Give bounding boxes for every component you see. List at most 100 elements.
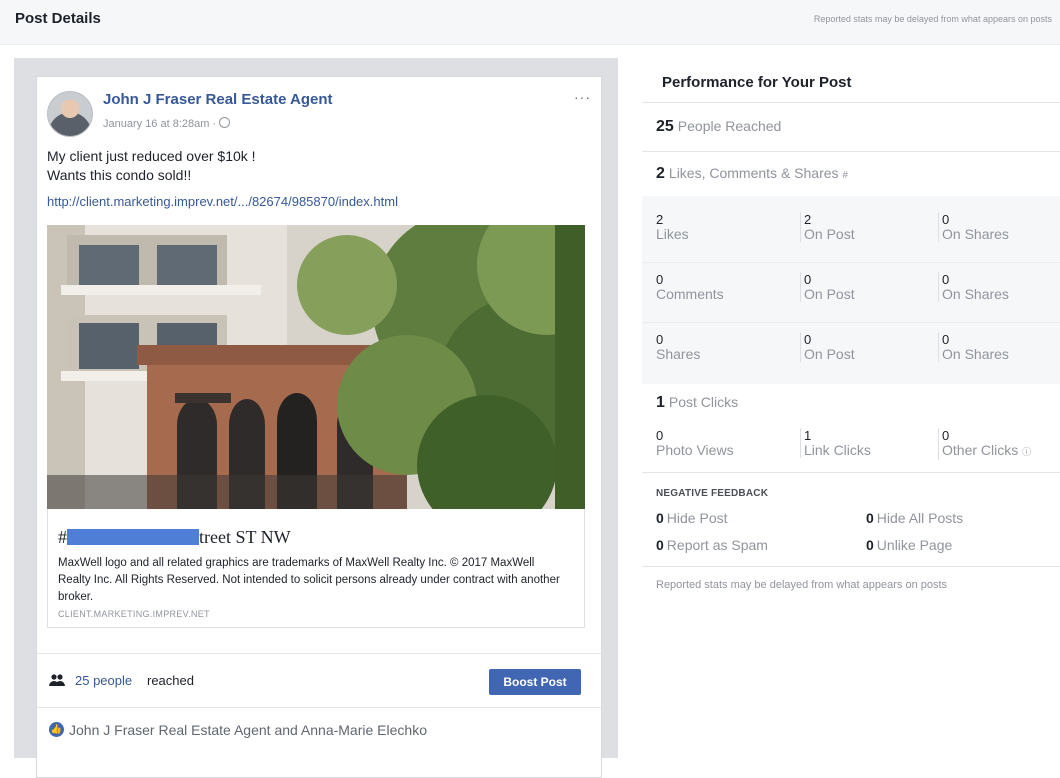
post-clicks-metric: 1 Post Clicks (656, 394, 738, 412)
link-preview-domain: CLIENT.MARKETING.IMPREV.NET (58, 609, 210, 619)
info-icon[interactable]: # (842, 170, 848, 181)
divider (642, 566, 1060, 567)
post-photo[interactable] (47, 225, 585, 509)
other-clicks: 0 Other Clicks ⓘ (938, 428, 1031, 460)
shares-on-post: 0 On Post (800, 332, 855, 362)
metric-value: 0 (656, 537, 664, 553)
cell-value: 2 (656, 212, 664, 227)
metric-value: 25 (656, 118, 674, 135)
cell-value: 0 (804, 272, 812, 287)
divider (642, 102, 1060, 103)
boost-post-button[interactable]: Boost Post (489, 669, 581, 695)
comments-on-shares: 0 On Shares (938, 272, 1009, 302)
post-message: My client just reduced over $10k ! Wants… (47, 147, 256, 185)
people-reached-link[interactable]: 25 people (75, 673, 132, 688)
divider (642, 151, 1060, 152)
link-preview-description: MaxWell logo and all related graphics ar… (58, 557, 560, 603)
globe-icon (219, 117, 231, 128)
cell-label: Other Clicks (942, 442, 1019, 458)
metric-label: Unlike Page (876, 537, 953, 553)
shares-on-shares: 0 On Shares (938, 332, 1009, 362)
post-card: John J Fraser Real Estate Agent January … (36, 76, 602, 778)
metric-value: 0 (866, 537, 874, 553)
cell-value: 0 (942, 332, 950, 347)
link-preview-box[interactable]: # treet ST NW MaxWell logo and all relate… (47, 509, 585, 628)
divider (642, 262, 1060, 263)
divider (642, 322, 1060, 323)
cell-value: 0 (656, 428, 664, 443)
cell-value: 0 (942, 428, 950, 443)
metric-label: People Reached (677, 118, 782, 134)
cell-label: On Shares (942, 346, 1009, 362)
report-spam-metric: 0 Report as Spam (656, 537, 768, 553)
hide-post-metric: 0 Hide Post (656, 510, 728, 526)
cell-label: Photo Views (656, 442, 734, 458)
post-timestamp[interactable]: January 16 at 8:28am · (103, 117, 231, 130)
like-reaction-icon: 👍 (49, 722, 64, 737)
cell-label: Comments (656, 286, 724, 302)
cell-label: On Shares (942, 286, 1009, 302)
performance-title: Performance for Your Post (662, 74, 852, 91)
photo-views: 0 Photo Views (656, 428, 734, 458)
message-line: Wants this condo sold!! (47, 167, 192, 183)
cell-label: On Shares (942, 226, 1009, 242)
performance-panel: Performance for Your Post 25 People Reach… (642, 58, 1060, 618)
likes-on-post: 2 On Post (800, 212, 855, 242)
cell-label: On Post (804, 286, 855, 302)
stats-delay-footer: Reported stats may be delayed from what … (656, 579, 948, 591)
title-prefix: # (58, 527, 67, 547)
condo-building-image (47, 225, 585, 509)
cell-label: Shares (656, 346, 701, 362)
cell-label: On Post (804, 226, 855, 242)
engagement-metric: 2 Likes, Comments & Shares # (656, 165, 848, 183)
cell-value: 0 (656, 332, 664, 347)
cell-value: 1 (804, 428, 812, 443)
stats-delay-note: Reported stats may be delayed from what … (813, 14, 1052, 24)
author-name-link[interactable]: John J Fraser Real Estate Agent (103, 91, 333, 108)
comments-total: 0 Comments (656, 272, 724, 302)
cell-label: On Post (804, 346, 855, 362)
metric-value: 0 (866, 510, 874, 526)
link-clicks: 1 Link Clicks (800, 428, 871, 458)
negative-feedback-heading: NEGATIVE FEEDBACK (656, 488, 769, 499)
cell-value: 0 (942, 212, 950, 227)
liked-by-text: John J Fraser Real Estate Agent and Anna… (69, 722, 427, 738)
likes-total: 2 Likes (656, 212, 689, 242)
metric-label: Likes, Comments & Shares (668, 165, 839, 181)
likes-on-shares: 0 On Shares (938, 212, 1009, 242)
people-reached-metric: 25 People Reached (656, 118, 781, 136)
page-title: Post Details (15, 10, 101, 27)
metric-label: Hide Post (666, 510, 728, 526)
metric-value: 1 (656, 394, 665, 411)
link-preview-title: # treet ST NW (58, 527, 291, 548)
metric-label: Report as Spam (666, 537, 768, 553)
cell-value: 0 (942, 272, 950, 287)
reached-label: reached (147, 673, 194, 688)
more-options-icon[interactable]: ··· (574, 89, 591, 105)
metric-value: 0 (656, 510, 664, 526)
engagement-breakdown: 2 Likes 2 On Post 0 On Shares 0 Comments 0 On… (642, 196, 1060, 384)
timestamp-text: January 16 at 8:28am · (103, 118, 217, 130)
comments-on-post: 0 On Post (800, 272, 855, 302)
divider (642, 472, 1060, 473)
message-line: My client just reduced over $10k ! (47, 148, 256, 164)
hide-all-posts-metric: 0 Hide All Posts (866, 510, 963, 526)
cell-label: Link Clicks (804, 442, 871, 458)
title-suffix: treet ST NW (199, 527, 291, 547)
redaction-bar (67, 529, 199, 545)
cell-value: 0 (804, 332, 812, 347)
metric-label: Post Clicks (668, 394, 739, 410)
cell-value: 2 (804, 212, 812, 227)
metric-value: 2 (656, 165, 665, 182)
people-icon (49, 674, 65, 689)
metric-label: Hide All Posts (876, 510, 964, 526)
cell-value: 0 (656, 272, 664, 287)
cell-label: Likes (656, 226, 689, 242)
info-icon[interactable]: ⓘ (1022, 447, 1031, 457)
unlike-page-metric: 0 Unlike Page (866, 537, 952, 553)
author-avatar[interactable] (47, 91, 93, 137)
post-link[interactable]: http://client.marketing.imprev.net/.../8… (47, 194, 398, 209)
shares-total: 0 Shares (656, 332, 700, 362)
page-header: Post Details Reported stats may be delay… (0, 0, 1060, 45)
post-preview-panel: John J Fraser Real Estate Agent January … (14, 58, 618, 778)
